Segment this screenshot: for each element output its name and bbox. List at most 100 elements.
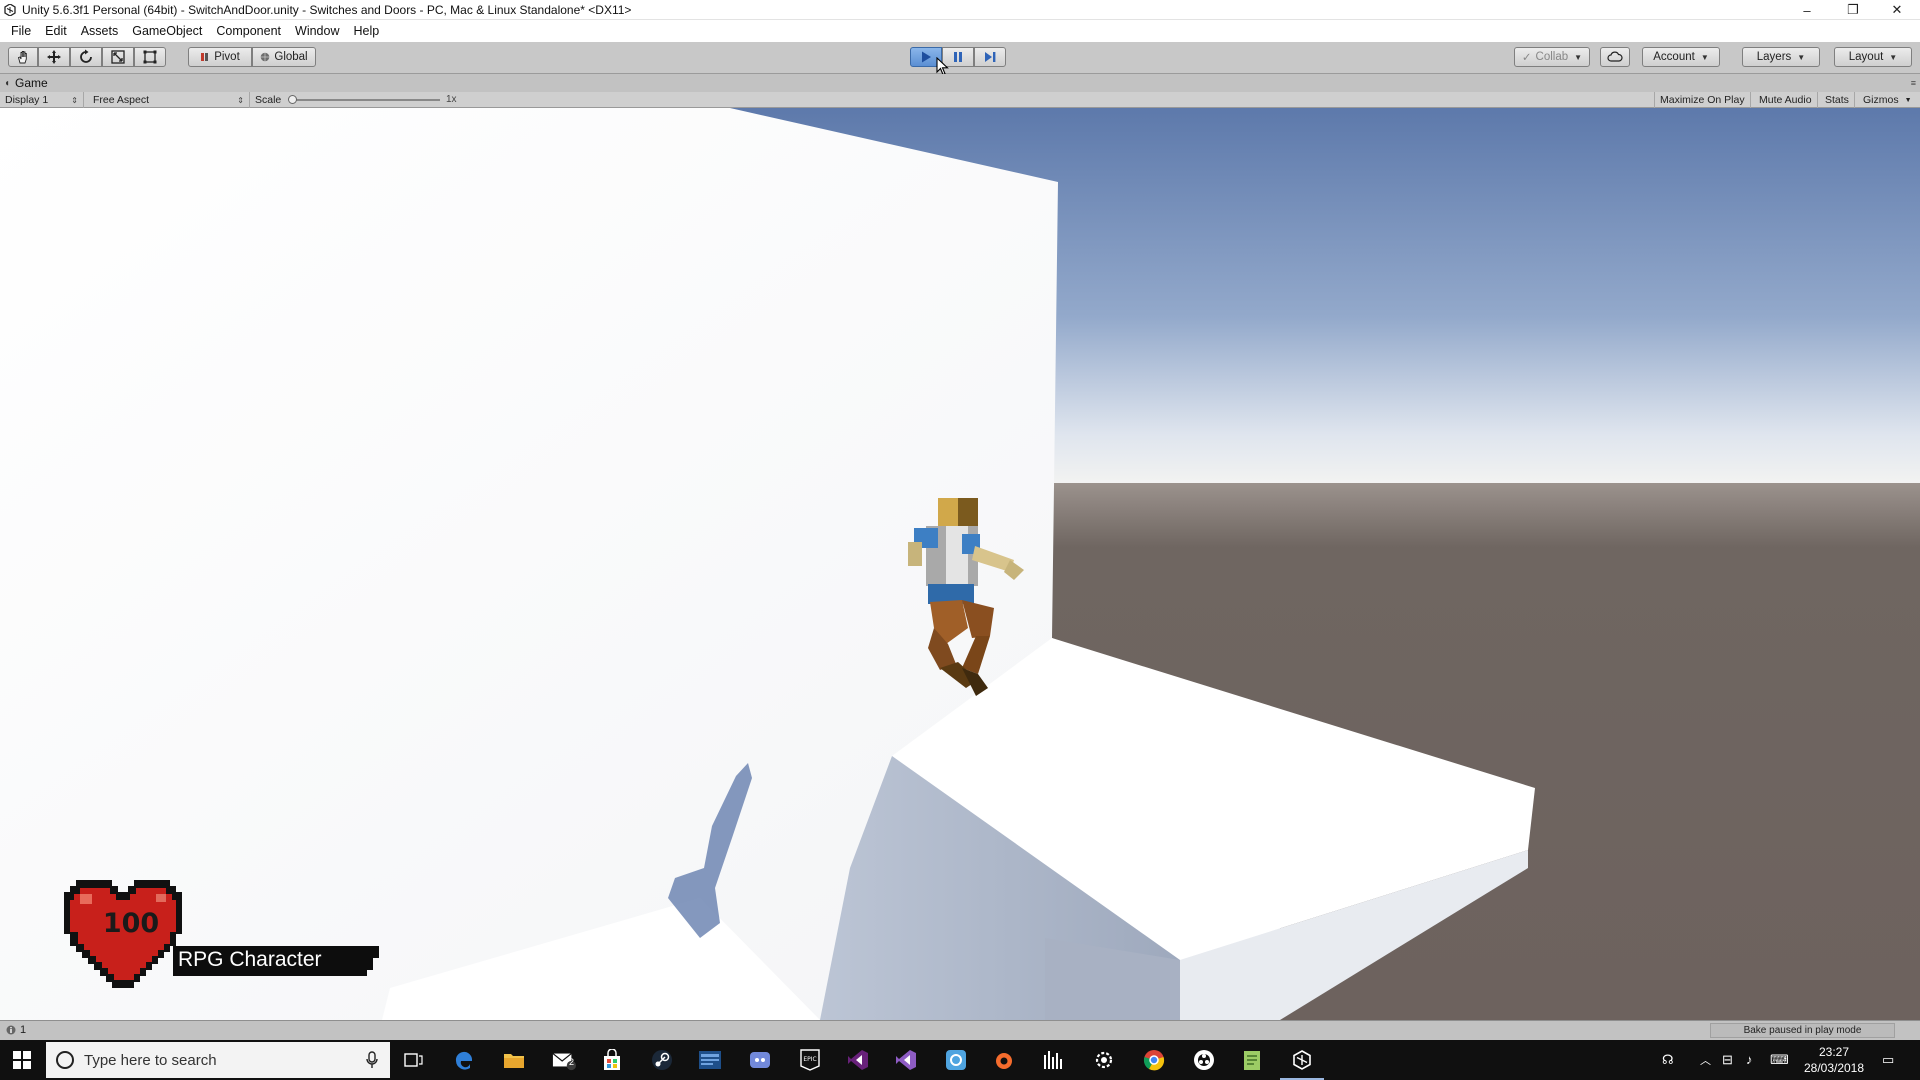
app-icon[interactable] <box>698 1048 722 1072</box>
step-icon <box>985 52 996 62</box>
volume-icon[interactable]: ♪ <box>1746 1052 1753 1067</box>
game-tab[interactable]: ◖ Game <box>4 76 48 90</box>
pacman-icon: ◖ <box>4 77 11 89</box>
main-toolbar: Pivot Global ✓ Collab ▼ Account ▼ Layers… <box>0 42 1920 76</box>
cortana-icon <box>56 1051 74 1069</box>
game-tab-header: ◖ Game ≡ <box>0 74 1920 92</box>
aspect-label: Free Aspect <box>93 94 150 106</box>
window-title: Unity 5.6.3f1 Personal (64bit) - SwitchA… <box>22 2 632 17</box>
chevron-down-icon: ▼ <box>1700 52 1709 62</box>
windows-logo-icon <box>13 1051 31 1069</box>
edge-icon[interactable] <box>452 1048 476 1072</box>
collab-dropdown[interactable]: ✓ Collab ▼ <box>1514 47 1590 67</box>
play-icon <box>922 51 931 63</box>
clock-time: 23:27 <box>1818 1045 1850 1059</box>
steam-settings-icon[interactable] <box>1092 1048 1116 1072</box>
network-icon[interactable]: ⊟ <box>1722 1052 1733 1068</box>
minimize-button[interactable]: – <box>1784 0 1830 20</box>
menu-gameobject[interactable]: GameObject <box>125 24 209 38</box>
layers-dropdown[interactable]: Layers ▼ <box>1742 47 1820 67</box>
start-button[interactable] <box>0 1040 44 1080</box>
scale-slider-track[interactable] <box>290 99 440 101</box>
clock-date: 28/03/2018 <box>1803 1061 1865 1075</box>
menu-file[interactable]: File <box>4 24 38 38</box>
mail-icon[interactable]: 2 <box>552 1048 576 1072</box>
gizmos-dropdown[interactable]: Gizmos ▼ <box>1858 92 1917 108</box>
unity-logo-icon <box>4 3 16 16</box>
action-center-icon[interactable]: ▭ <box>1882 1052 1894 1068</box>
visual-studio-alt-icon[interactable] <box>894 1048 918 1072</box>
scale-label: Scale <box>255 94 282 106</box>
hand-tool-button[interactable] <box>8 47 38 67</box>
task-view-icon[interactable] <box>402 1048 426 1072</box>
menu-assets[interactable]: Assets <box>74 24 126 38</box>
chrome-icon[interactable] <box>1142 1048 1166 1072</box>
unity-icon[interactable] <box>1290 1048 1314 1072</box>
display-dropdown[interactable]: Display 1 ⇕ <box>0 92 84 108</box>
step-button[interactable] <box>974 47 1006 67</box>
obs-icon[interactable] <box>1192 1048 1216 1072</box>
microphone-icon[interactable] <box>366 1051 378 1069</box>
taskbar-clock[interactable]: 23:27 28/03/2018 <box>1790 1044 1878 1076</box>
bake-status: Bake paused in play mode <box>1710 1023 1895 1038</box>
maximize-on-play-toggle[interactable]: Maximize On Play <box>1654 92 1751 108</box>
mail-badge: 2 <box>569 1057 575 1067</box>
game-view[interactable]: 100 RPG Character <box>0 108 1920 1020</box>
rect-tool-button[interactable] <box>134 47 166 67</box>
stats-toggle[interactable]: Stats <box>1820 92 1855 108</box>
keyboard-icon[interactable]: ⌨ <box>1770 1052 1789 1068</box>
close-button[interactable]: ✕ <box>1874 0 1920 20</box>
aspect-dropdown[interactable]: Free Aspect ⇕ <box>88 92 250 108</box>
menu-help[interactable]: Help <box>346 24 386 38</box>
file-explorer-icon[interactable] <box>502 1048 526 1072</box>
menu-window[interactable]: Window <box>288 24 346 38</box>
svg-text:EPIC: EPIC <box>803 1056 816 1063</box>
chevron-down-icon: ▼ <box>1904 96 1912 104</box>
people-icon[interactable]: ☊ <box>1662 1052 1674 1068</box>
layout-label: Layout <box>1848 51 1884 63</box>
pivot-toggle[interactable]: Pivot <box>188 47 252 67</box>
account-dropdown[interactable]: Account ▼ <box>1642 47 1720 67</box>
taskbar-search[interactable]: Type here to search <box>46 1042 390 1078</box>
cloud-button[interactable] <box>1600 47 1630 67</box>
updown-icon: ⇕ <box>237 95 244 105</box>
steam-icon[interactable] <box>650 1048 674 1072</box>
globe-icon <box>261 52 270 62</box>
scale-slider-knob[interactable] <box>288 95 297 104</box>
audio-app-icon[interactable] <box>1042 1048 1066 1072</box>
layers-label: Layers <box>1756 51 1792 63</box>
move-tool-button[interactable] <box>38 47 70 67</box>
menu-edit[interactable]: Edit <box>38 24 74 38</box>
chevron-up-icon[interactable]: ︿ <box>1700 1052 1711 1068</box>
visual-studio-icon[interactable] <box>846 1048 870 1072</box>
rect-tool-icon <box>143 50 157 64</box>
console-count[interactable]: 1 <box>6 1024 26 1036</box>
player-hud: 100 RPG Character <box>58 880 383 990</box>
epic-games-icon[interactable]: EPIC <box>798 1048 822 1072</box>
notepad-icon[interactable] <box>1240 1048 1264 1072</box>
collab-label: Collab <box>1535 51 1569 63</box>
rotate-tool-button[interactable] <box>70 47 102 67</box>
restore-button[interactable]: ❐ <box>1830 0 1876 20</box>
pivot-label: Pivot <box>214 51 240 63</box>
discord-icon[interactable] <box>748 1048 772 1072</box>
store-icon[interactable] <box>600 1048 624 1072</box>
uplay-icon[interactable] <box>944 1048 968 1072</box>
chevron-down-icon: ▼ <box>1574 52 1583 62</box>
health-value: 100 <box>102 908 160 939</box>
origin-icon[interactable] <box>992 1048 1016 1072</box>
console-count-value: 1 <box>20 1024 27 1036</box>
layout-dropdown[interactable]: Layout ▼ <box>1834 47 1912 67</box>
display-label: Display 1 <box>5 94 49 106</box>
scale-tool-button[interactable] <box>102 47 134 67</box>
mute-audio-toggle[interactable]: Mute Audio <box>1754 92 1818 108</box>
menu-component[interactable]: Component <box>209 24 288 38</box>
menu-bar: File Edit Assets GameObject Component Wi… <box>0 20 1920 42</box>
account-label: Account <box>1653 51 1695 63</box>
tab-menu-icon[interactable]: ≡ <box>1911 78 1916 88</box>
updown-icon: ⇕ <box>71 95 78 105</box>
hand-tool-icon <box>17 51 27 64</box>
scale-value: 1x <box>446 94 457 105</box>
character-name: RPG Character <box>178 948 322 971</box>
global-toggle[interactable]: Global <box>252 47 316 67</box>
